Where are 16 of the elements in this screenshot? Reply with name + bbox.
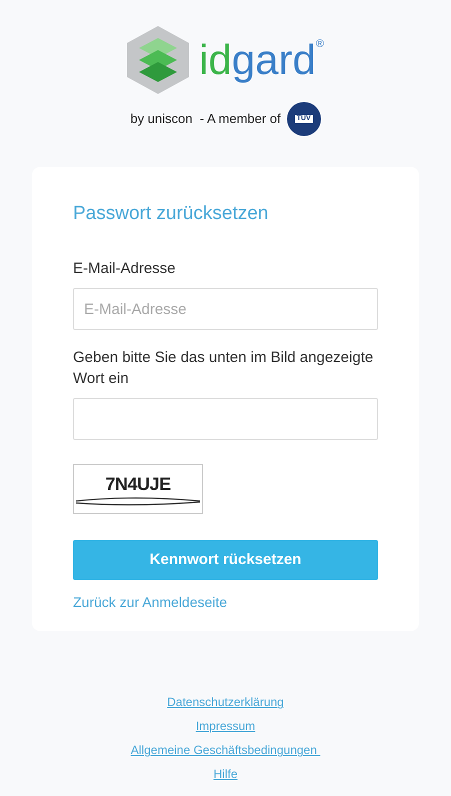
form-title: Passwort zurücksetzen	[73, 202, 270, 226]
footer-link[interactable]: Allgemeine Geschäftsbedingungen	[130, 741, 320, 760]
tagline: by uniscon - A member of	[130, 110, 281, 128]
back-to-login-link[interactable]: Zurück zur Anmeldeseite	[73, 592, 378, 614]
logo-wordmark: idgard	[199, 39, 316, 81]
input-field[interactable]: E-Mail-Adresse	[73, 288, 378, 330]
footer-link[interactable]: Impressum	[196, 717, 256, 736]
registered-mark: ®	[316, 39, 324, 50]
logo-icon	[127, 26, 190, 94]
footer-link[interactable]: Datenschutzerklärung	[167, 693, 284, 712]
captcha-image: 7N4UJE	[73, 464, 203, 514]
reset-password-button[interactable]: Kennwort rücksetzen	[73, 540, 378, 580]
footer-link[interactable]: Hilfe	[213, 765, 238, 784]
field-label: Geben bitte Sie das unten im Bild angezeigte Wort ein	[73, 348, 374, 389]
field-label: E-Mail-Adresse	[73, 258, 177, 278]
input-field[interactable]	[73, 398, 378, 440]
